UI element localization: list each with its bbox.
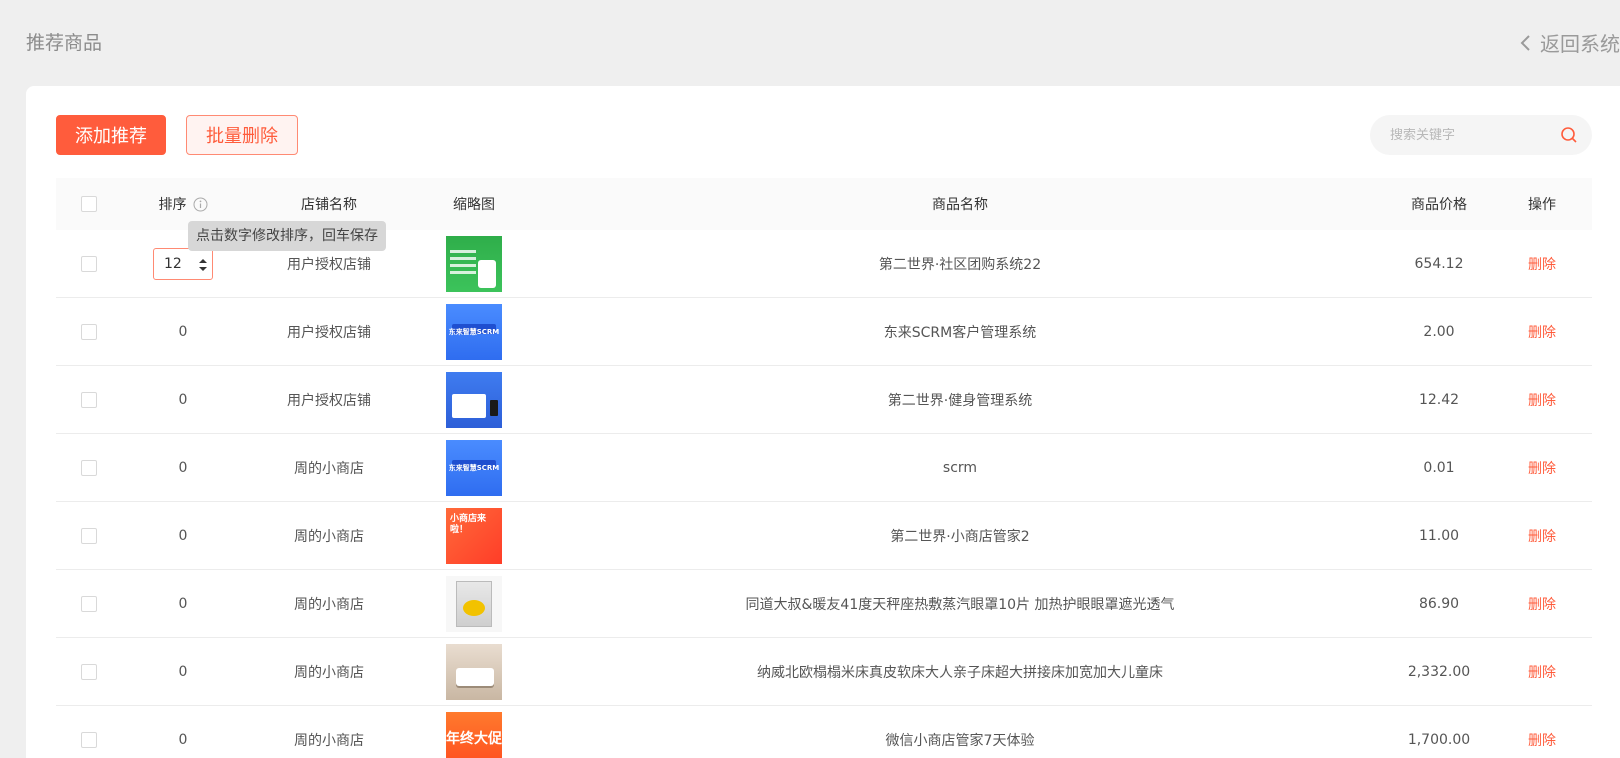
product-price: 86.90 bbox=[1418, 595, 1460, 612]
table-row: 0 用户授权店铺 第二世界·健身管理系统 12.42 删除 bbox=[56, 366, 1592, 434]
column-name: 商品名称 bbox=[932, 197, 988, 213]
page-title: 推荐商品 bbox=[26, 32, 103, 54]
shop-name: 用户授权店铺 bbox=[287, 392, 371, 409]
recommend-table: 排序 店铺名称 缩略图 商品名称 商品价格 操作 12 用户授权店铺 第二世界·… bbox=[56, 178, 1592, 758]
chevron-left-icon bbox=[1520, 34, 1530, 51]
shop-name: 周的小商店 bbox=[294, 528, 364, 545]
shop-name: 周的小商店 bbox=[294, 664, 364, 681]
select-all-checkbox[interactable] bbox=[81, 196, 97, 212]
sort-value[interactable]: 0 bbox=[122, 732, 244, 748]
row-checkbox[interactable] bbox=[81, 459, 97, 476]
sort-value[interactable]: 0 bbox=[122, 392, 244, 408]
row-checkbox[interactable] bbox=[81, 323, 97, 340]
search-icon[interactable] bbox=[1560, 126, 1578, 144]
delete-link[interactable]: 删除 bbox=[1528, 461, 1556, 477]
thumbnail-caption: 小商店来啦！ bbox=[450, 513, 487, 535]
column-thumb: 缩略图 bbox=[453, 197, 495, 213]
add-recommend-button[interactable]: 添加推荐 bbox=[56, 115, 166, 155]
batch-delete-button[interactable]: 批量删除 bbox=[186, 115, 298, 155]
product-price: 1,700.00 bbox=[1407, 731, 1471, 748]
shop-name: 周的小商店 bbox=[294, 460, 364, 477]
row-checkbox[interactable] bbox=[81, 255, 97, 272]
table-row: 0 周的小商店 小商店来啦！ 第二世界·小商店管家2 11.00 删除 bbox=[56, 502, 1592, 570]
delete-link[interactable]: 删除 bbox=[1528, 257, 1556, 273]
product-thumbnail: 小商店来啦！ bbox=[446, 507, 502, 564]
column-op: 操作 bbox=[1528, 197, 1556, 213]
delete-link[interactable]: 删除 bbox=[1528, 393, 1556, 409]
sort-value[interactable]: 0 bbox=[122, 528, 244, 544]
sort-order-input[interactable]: 12 bbox=[153, 247, 213, 280]
product-name: 微信小商店管家7天体验 bbox=[885, 732, 1035, 749]
product-price: 0.01 bbox=[1423, 459, 1455, 476]
shop-name: 用户授权店铺 bbox=[287, 324, 371, 341]
sort-value[interactable]: 0 bbox=[122, 324, 244, 340]
sort-value[interactable]: 0 bbox=[122, 596, 244, 612]
search-box bbox=[1370, 115, 1592, 155]
delete-link[interactable]: 删除 bbox=[1528, 325, 1556, 341]
product-thumbnail: 年终大促 bbox=[446, 711, 502, 758]
search-input[interactable] bbox=[1390, 127, 1560, 143]
product-name: 纳威北欧榻榻米床真皮软床大人亲子床超大拼接床加宽加大儿童床 bbox=[757, 664, 1163, 681]
delete-link[interactable]: 删除 bbox=[1528, 665, 1556, 681]
back-label: 返回系统 bbox=[1540, 32, 1620, 56]
product-name: 第二世界·小商店管家2 bbox=[890, 528, 1030, 545]
product-price: 12.42 bbox=[1418, 391, 1460, 408]
product-price: 11.00 bbox=[1418, 527, 1460, 544]
product-thumbnail bbox=[446, 575, 502, 632]
column-price: 商品价格 bbox=[1411, 197, 1467, 213]
table-row: 0 周的小商店 纳威北欧榻榻米床真皮软床大人亲子床超大拼接床加宽加大儿童床 2,… bbox=[56, 638, 1592, 706]
product-price: 2.00 bbox=[1423, 323, 1455, 340]
table-row: 0 周的小商店 年终大促 微信小商店管家7天体验 1,700.00 删除 bbox=[56, 706, 1592, 758]
table-row: 0 用户授权店铺 东来智慧SCRM 东来SCRM客户管理系统 2.00 删除 bbox=[56, 298, 1592, 366]
stepper-arrows-icon[interactable] bbox=[198, 256, 208, 274]
shop-name: 周的小商店 bbox=[294, 596, 364, 613]
sort-tooltip: 点击数字修改排序，回车保存 bbox=[188, 221, 386, 251]
shop-name: 用户授权店铺 bbox=[287, 256, 371, 273]
product-thumbnail bbox=[446, 643, 502, 700]
thumbnail-caption: 东来智慧SCRM bbox=[448, 463, 500, 472]
thumbnail-caption: 东来智慧SCRM bbox=[448, 327, 500, 336]
column-sort: 排序 bbox=[158, 197, 187, 213]
table-row: 0 周的小商店 东来智慧SCRM scrm 0.01 删除 bbox=[56, 434, 1592, 502]
product-name: 第二世界·健身管理系统 bbox=[887, 392, 1033, 409]
product-thumbnail: 东来智慧SCRM bbox=[446, 303, 502, 360]
delete-link[interactable]: 删除 bbox=[1528, 597, 1556, 613]
delete-link[interactable]: 删除 bbox=[1528, 529, 1556, 545]
product-thumbnail: 东来智慧SCRM bbox=[446, 439, 502, 496]
back-to-system-link[interactable]: 返回系统 bbox=[1518, 28, 1620, 57]
info-icon[interactable] bbox=[193, 197, 208, 212]
thumbnail-caption: 年终大促 bbox=[446, 731, 502, 747]
shop-name: 周的小商店 bbox=[294, 732, 364, 749]
row-checkbox[interactable] bbox=[81, 663, 97, 680]
product-name: 东来SCRM客户管理系统 bbox=[883, 324, 1037, 341]
row-checkbox[interactable] bbox=[81, 595, 97, 612]
table-row: 0 周的小商店 同道大叔&暖友41度天秤座热敷蒸汽眼罩10片 加热护眼眼罩遮光透… bbox=[56, 570, 1592, 638]
column-shop: 店铺名称 bbox=[301, 197, 357, 213]
product-price: 654.12 bbox=[1414, 255, 1464, 272]
sort-value[interactable]: 0 bbox=[122, 460, 244, 476]
content-panel: 添加推荐 批量删除 排序 店铺名称 缩略图 商品名称 商品价格 操作 12 bbox=[26, 86, 1620, 758]
row-checkbox[interactable] bbox=[81, 731, 97, 748]
product-name: 第二世界·社区团购系统22 bbox=[878, 256, 1042, 273]
sort-value[interactable]: 0 bbox=[122, 664, 244, 680]
row-checkbox[interactable] bbox=[81, 527, 97, 544]
product-thumbnail bbox=[446, 235, 502, 292]
product-price: 2,332.00 bbox=[1407, 663, 1471, 680]
sort-value: 12 bbox=[164, 255, 182, 272]
product-thumbnail bbox=[446, 371, 502, 428]
row-checkbox[interactable] bbox=[81, 391, 97, 408]
product-name: scrm bbox=[942, 459, 978, 476]
delete-link[interactable]: 删除 bbox=[1528, 733, 1556, 749]
product-name: 同道大叔&暖友41度天秤座热敷蒸汽眼罩10片 加热护眼眼罩遮光透气 bbox=[745, 596, 1175, 613]
